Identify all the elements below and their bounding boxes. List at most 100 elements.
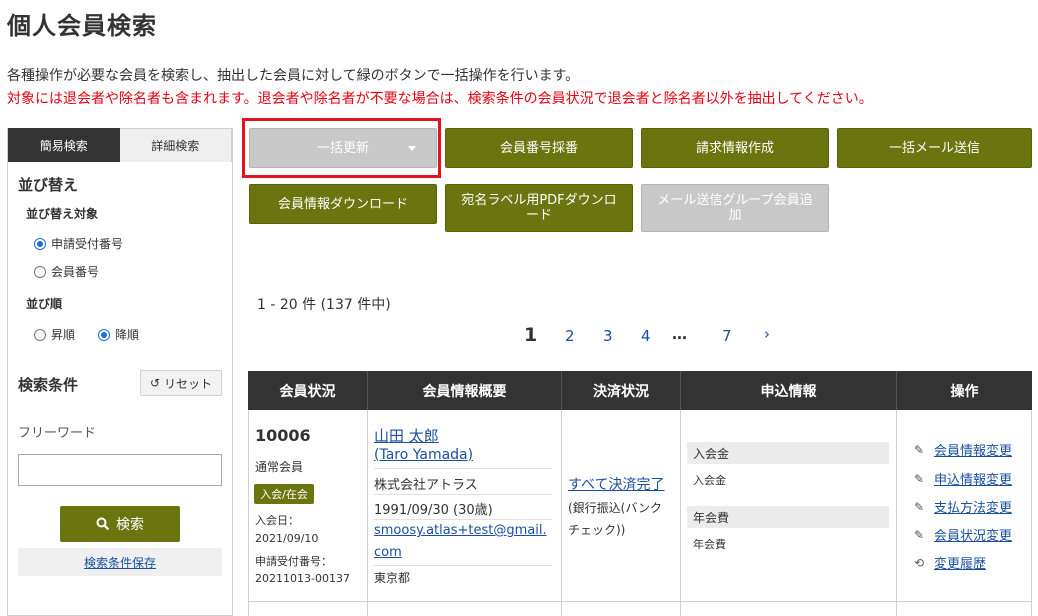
- tab-detailed-search[interactable]: 詳細検索: [119, 128, 232, 162]
- conditions-heading: 検索条件: [18, 376, 79, 394]
- save-conditions-area: 検索条件保存: [18, 548, 222, 576]
- freeword-label: フリーワード: [18, 426, 97, 441]
- member-name-en-link[interactable]: (Taro Yamada): [374, 447, 473, 463]
- operation-label: 支払方法変更: [934, 501, 1013, 516]
- join-date-label: 入会日：: [255, 514, 299, 527]
- table-row-border: [248, 601, 1032, 602]
- radio-sort-member-no[interactable]: 会員番号: [34, 263, 99, 280]
- page-link-7[interactable]: 7: [722, 327, 732, 345]
- member-id: 10006: [255, 426, 311, 445]
- pencil-icon: ✎: [913, 527, 925, 542]
- radio-unchecked-icon: [34, 328, 46, 341]
- bulk-mail-button[interactable]: 一括メール送信: [837, 128, 1032, 168]
- header-operations: 操作: [897, 371, 1032, 410]
- radio-label: 会員番号: [51, 265, 100, 279]
- payment-status-link[interactable]: すべて決済完了: [568, 474, 664, 494]
- divider: [374, 468, 552, 469]
- divider: [374, 494, 552, 495]
- radio-label: 昇順: [51, 328, 76, 342]
- highlight-box: [242, 118, 441, 178]
- edit-member-status-link[interactable]: ✎ 会員状況変更: [910, 525, 1013, 545]
- page-description: 各種操作が必要な会員を検索し、抽出した会員に対して緑のボタンで一括操作を行います…: [7, 68, 580, 84]
- radio-ascending[interactable]: 昇順: [34, 326, 75, 343]
- header-application-info: 申込情報: [681, 371, 897, 410]
- divider: [374, 565, 552, 566]
- search-button[interactable]: 検索: [60, 506, 180, 542]
- assign-member-number-button[interactable]: 会員番号採番: [445, 128, 633, 168]
- header-member-status: 会員状況: [248, 371, 368, 410]
- radio-label: 申請受付番号: [51, 237, 124, 251]
- reset-label: リセット: [164, 376, 213, 391]
- apply-item-value: 年会費: [693, 538, 726, 551]
- table-border: [1031, 410, 1032, 616]
- add-mail-group-button[interactable]: メール送信グループ会員追加: [641, 184, 829, 232]
- member-type: 通常会員: [255, 460, 304, 474]
- sort-heading: 並び替え: [18, 176, 79, 194]
- birth-date: 1991/09/30 (30歳): [374, 503, 493, 518]
- page-ellipsis: …: [672, 325, 687, 343]
- table-border: [367, 410, 368, 616]
- page-title: 個人会員検索: [7, 12, 157, 40]
- download-member-info-button[interactable]: 会員情報ダウンロード: [249, 184, 437, 224]
- tab-simple-search[interactable]: 簡易検索: [8, 128, 120, 162]
- payment-method: (銀行振込(バンク: [568, 501, 662, 515]
- save-conditions-link[interactable]: 検索条件保存: [84, 554, 156, 571]
- email-link-cont[interactable]: com: [374, 545, 402, 560]
- search-sidebar: 簡易検索 詳細検索 並び替え 並び替え対象 申請受付番号 会員番号 並び順 昇順…: [7, 128, 233, 616]
- search-label: 検索: [116, 517, 144, 533]
- radio-unchecked-icon: [34, 265, 46, 278]
- sort-order-label: 並び順: [26, 297, 63, 311]
- table-border: [561, 410, 562, 616]
- operation-label: 変更履歴: [934, 557, 987, 572]
- apply-item-header: 入会金: [687, 442, 889, 464]
- next-page-icon[interactable]: ›: [764, 325, 770, 343]
- radio-checked-icon: [98, 328, 110, 341]
- member-name-link[interactable]: 山田 太郎: [374, 425, 439, 446]
- change-history-link[interactable]: ⟲ 変更履歴: [910, 553, 987, 573]
- search-tabs: 簡易検索 詳細検索: [8, 128, 232, 162]
- apply-item-header: 年会費: [687, 506, 889, 528]
- email-link[interactable]: smoosy.atlas+test@gmail.: [374, 523, 547, 538]
- payment-method-cont: チェック)): [568, 523, 626, 537]
- apply-item-value: 入会金: [693, 474, 726, 487]
- reset-icon: ↺: [149, 376, 161, 390]
- label-pdf-download-button[interactable]: 宛名ラベル用PDFダウンロード: [445, 184, 633, 232]
- pencil-icon: ✎: [913, 499, 925, 514]
- history-icon: ⟲: [913, 555, 925, 570]
- application-no-label: 申請受付番号：: [255, 555, 332, 568]
- page-current: 1: [524, 324, 538, 346]
- table-border: [680, 410, 681, 616]
- radio-descending[interactable]: 降順: [98, 326, 139, 343]
- warning-text: 対象には退会者や除名者も含まれます。退会者や除名者が不要な場合は、検索条件の会員…: [7, 91, 873, 107]
- page-link-4[interactable]: 4: [641, 327, 651, 345]
- application-no: 20211013-00137: [255, 572, 350, 585]
- edit-payment-method-link[interactable]: ✎ 支払方法変更: [910, 497, 1013, 517]
- edit-application-link[interactable]: ✎ 申込情報変更: [910, 469, 1013, 489]
- result-count: 1 - 20 件 (137 件中): [257, 297, 391, 313]
- reset-button[interactable]: ↺ リセット: [140, 370, 222, 396]
- pencil-icon: ✎: [913, 471, 925, 486]
- create-invoice-button[interactable]: 請求情報作成: [641, 128, 829, 168]
- radio-label: 降順: [115, 328, 140, 342]
- operation-label: 会員状況変更: [934, 529, 1013, 544]
- table-border: [896, 410, 897, 616]
- table-border: [248, 410, 249, 616]
- search-icon: [96, 517, 110, 531]
- header-payment-status: 決済状況: [562, 371, 681, 410]
- radio-sort-application-no[interactable]: 申請受付番号: [34, 235, 123, 252]
- page-link-3[interactable]: 3: [603, 327, 613, 345]
- header-member-summary: 会員情報概要: [368, 371, 562, 410]
- pencil-icon: ✎: [913, 442, 925, 457]
- freeword-input[interactable]: [18, 454, 222, 486]
- sort-target-label: 並び替え対象: [26, 207, 99, 221]
- operation-label: 会員情報変更: [934, 444, 1013, 459]
- company-name: 株式会社アトラス: [374, 478, 478, 493]
- operation-label: 申込情報変更: [934, 473, 1013, 488]
- divider: [374, 519, 552, 520]
- edit-member-info-link[interactable]: ✎ 会員情報変更: [910, 440, 1013, 460]
- prefecture: 東京都: [374, 571, 411, 585]
- radio-checked-icon: [34, 237, 46, 250]
- join-date: 2021/09/10: [255, 532, 319, 545]
- page-link-2[interactable]: 2: [565, 327, 575, 345]
- status-badge: 入会/在会: [254, 484, 314, 504]
